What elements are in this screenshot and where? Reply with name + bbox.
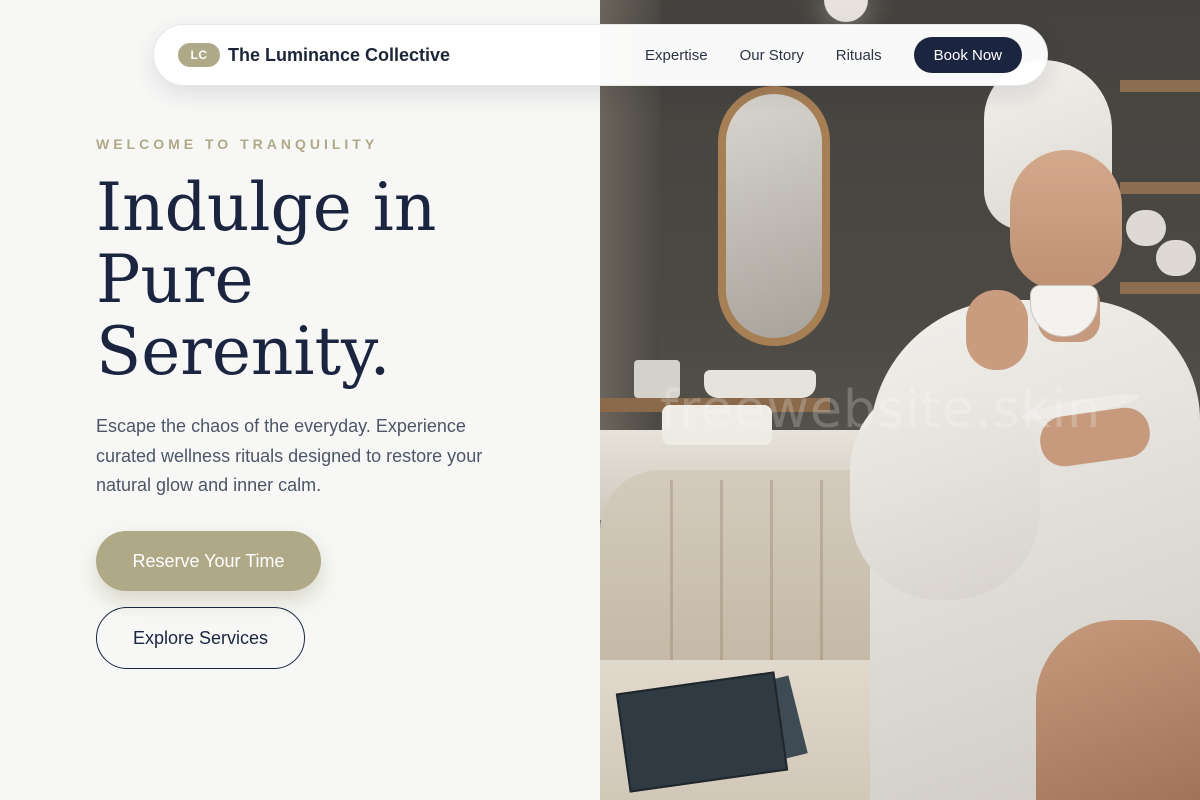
rolled-towel bbox=[1126, 210, 1166, 246]
brand-name[interactable]: The Luminance Collective bbox=[228, 45, 450, 66]
right-shelf bbox=[1120, 282, 1200, 294]
couch-rib bbox=[720, 480, 723, 670]
hero-eyebrow: WELCOME TO TRANQUILITY bbox=[96, 136, 379, 152]
rolled-towel bbox=[1156, 240, 1196, 276]
nav-link-expertise[interactable]: Expertise bbox=[645, 47, 708, 64]
nav-link-rituals[interactable]: Rituals bbox=[836, 47, 882, 64]
hand bbox=[966, 290, 1028, 370]
hero-headline: Indulge in Pure Serenity. bbox=[96, 172, 566, 388]
explore-services-button[interactable]: Explore Services bbox=[96, 607, 305, 669]
hero-subtext: Escape the chaos of the everyday. Experi… bbox=[96, 416, 483, 495]
headline-line-1: Indulge in bbox=[96, 169, 437, 246]
right-shelf bbox=[1120, 182, 1200, 194]
headline-line-3: Serenity. bbox=[96, 313, 391, 390]
leg bbox=[1036, 620, 1200, 800]
book-now-button[interactable]: Book Now bbox=[913, 37, 1022, 73]
couch-rib bbox=[820, 480, 823, 670]
right-shelf bbox=[1120, 80, 1200, 92]
nav-links: Expertise Our Story Rituals Book Now bbox=[645, 37, 1022, 73]
reserve-time-button[interactable]: Reserve Your Time bbox=[96, 531, 321, 591]
face bbox=[1010, 150, 1122, 290]
navbar: LC The Luminance Collective Expertise Ou… bbox=[153, 24, 1048, 86]
couch-rib bbox=[670, 480, 673, 670]
nav-link-our-story[interactable]: Our Story bbox=[740, 47, 804, 64]
couch-rib bbox=[770, 480, 773, 670]
hero-left-panel: WELCOME TO TRANQUILITY Indulge in Pure S… bbox=[0, 0, 600, 800]
logo-badge[interactable]: LC bbox=[178, 43, 220, 67]
headline-line-2: Pure bbox=[96, 241, 254, 318]
image-watermark: freewebsite.skin bbox=[660, 380, 1102, 440]
oval-mirror bbox=[718, 86, 830, 346]
hero-image: freewebsite.skin bbox=[600, 0, 1200, 800]
